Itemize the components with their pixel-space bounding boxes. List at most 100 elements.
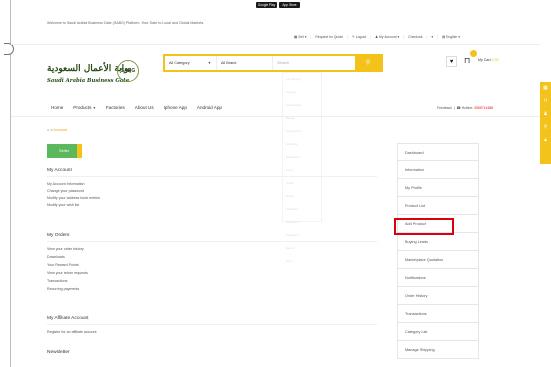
chevron-down-icon: ▾ — [431, 35, 434, 39]
app-store-badge[interactable]: App Store — [279, 2, 300, 8]
nav-home[interactable]: Home — [51, 105, 63, 110]
dropdown-option[interactable]: Health — [283, 177, 321, 190]
breadcrumb-current[interactable]: Account — [53, 128, 67, 132]
category-select[interactable]: All Category ▼ — [165, 56, 217, 70]
add-product-highlight — [394, 218, 454, 235]
cart-amount: 0.00 — [491, 58, 499, 62]
nav-divider — [11, 116, 540, 117]
order-link[interactable]: View your return requests — [47, 271, 88, 275]
cart-icon[interactable]: ⊓ — [464, 56, 470, 65]
hotline-number[interactable]: 0555714488 — [474, 106, 493, 110]
dropdown-option[interactable]: All Category — [283, 73, 321, 86]
account-link[interactable]: Modify your address book entries — [47, 196, 100, 200]
category-dropdown-list: All Category Apparel Automobiles Beauty Cons… — [282, 72, 322, 263]
cart-label: My Cart — [478, 58, 491, 62]
site-logo[interactable]: بوابة الأعمال السعودية Saudi Arabia Busi… — [47, 58, 139, 92]
section-divider — [47, 241, 377, 242]
account-link[interactable]: Modify your wish list — [47, 203, 79, 207]
dropdown-option[interactable]: Automobiles — [283, 99, 321, 112]
dropdown-option[interactable]: Electrical — [283, 138, 321, 151]
brand-select[interactable]: All Brand — [217, 56, 273, 70]
chevron-down-icon: ▾ — [397, 35, 400, 39]
affiliate-link[interactable]: Register for an affiliate account — [47, 330, 96, 334]
menu-item-transactions[interactable]: Transactions — [397, 305, 479, 323]
user-icon: ♟ — [375, 35, 379, 39]
cart-count-badge — [470, 50, 477, 57]
google-play-badge[interactable]: Google Play — [256, 2, 277, 8]
menu-item-manage-shipping[interactable]: Manage Shipping — [397, 341, 479, 359]
cart-summary[interactable]: My Cart 0.00 — [478, 58, 499, 62]
nav-iphone-app[interactable]: Iphone App — [164, 105, 187, 110]
dropdown-option[interactable]: Sports — [283, 242, 321, 255]
nav-products[interactable]: Products ▼ — [73, 105, 96, 110]
section-divider — [47, 176, 377, 177]
account-link[interactable]: Change your password — [47, 189, 84, 193]
order-link[interactable]: View your order history — [47, 247, 84, 251]
menu-item-information[interactable]: Information — [397, 161, 479, 179]
logout-label: Logout — [355, 35, 367, 39]
flag-icon: ▤ — [441, 35, 446, 39]
menu-item-dashboard[interactable]: Dashboard — [397, 143, 479, 161]
search-input[interactable] — [273, 56, 355, 70]
order-link[interactable]: Recurring payments — [47, 287, 79, 291]
cart-icon[interactable]: ⊓ — [540, 95, 551, 108]
order-link[interactable]: Downloads — [47, 255, 65, 259]
menu-item-category-list[interactable]: Category List — [397, 323, 479, 341]
seller-dashboard-menu: Dashboard Information My Profile Product Li… — [397, 143, 479, 359]
order-link[interactable]: Your Reward Points — [47, 263, 79, 267]
nav-about[interactable]: About Us — [135, 105, 154, 110]
breadcrumb: ⌂ > Account — [47, 128, 68, 132]
menu-item-buying-leads[interactable]: Buying Leads — [397, 233, 479, 251]
menu-item-order-history[interactable]: Order History — [397, 287, 479, 305]
hotline-info: Feedback | ☎ Hotline: 0555714488 — [437, 106, 494, 110]
checkout-link[interactable]: Checkout — [408, 35, 422, 39]
dropdown-option[interactable]: Electronics — [283, 151, 321, 164]
chevron-down-icon: ▾ — [304, 35, 307, 39]
store-badges: Google Play App Store — [256, 2, 300, 8]
top-navigation: ▦ Sell ▾ | Request for Quote | ✎ Logout … — [294, 35, 460, 39]
dropdown-option[interactable]: Toys — [283, 255, 321, 268]
divider: | — [437, 35, 438, 39]
search-bar: All Category ▼ All Brand ⚲ — [163, 54, 383, 72]
home-icon[interactable]: ⌂ — [47, 128, 49, 132]
feedback-link[interactable]: Feedback — [437, 106, 452, 110]
account-link[interactable]: My Account Information — [47, 182, 85, 186]
hotline-label: Hotline — [461, 106, 473, 110]
order-link[interactable]: Transactions — [47, 279, 67, 283]
nav-products-label: Products — [73, 105, 92, 110]
caret-down-icon: ▼ — [92, 106, 96, 110]
dropdown-option[interactable]: Construction — [283, 125, 321, 138]
arrow-up-icon[interactable]: ▲ — [540, 134, 551, 147]
pencil-icon: ✎ — [351, 35, 355, 39]
my-account-link[interactable]: ♟ My Account ▾ — [375, 35, 399, 39]
language-dropdown[interactable]: ▤ English ▾ — [442, 35, 460, 39]
menu-item-marketplace-quotation[interactable]: Marketplace Quotation — [397, 251, 479, 269]
grid-icon[interactable]: ▦ — [540, 82, 551, 95]
my-account-label: My Account — [379, 35, 397, 39]
dropdown-option[interactable]: Apparel — [283, 86, 321, 99]
dropdown-option[interactable]: Home — [283, 190, 321, 203]
section-title-my-orders: My Orders — [47, 233, 70, 238]
nav-android-app[interactable]: Android App — [197, 105, 222, 110]
currency-dropdown[interactable]: ▾ — [431, 35, 433, 39]
user-icon[interactable]: ♟ — [540, 108, 551, 121]
logout-link[interactable]: ✎ Logout — [352, 35, 366, 39]
divider: | — [403, 35, 405, 39]
dropdown-option[interactable]: Beauty — [283, 112, 321, 125]
section-title-my-account: My Account — [47, 168, 72, 173]
sell-link[interactable]: ▦ Sell ▾ — [294, 35, 306, 39]
menu-item-product-list[interactable]: Product List — [397, 197, 479, 215]
nav-factories[interactable]: Factories — [106, 105, 125, 110]
menu-item-notifications[interactable]: Notifications — [397, 269, 479, 287]
dropdown-option[interactable]: Machinery — [283, 216, 321, 229]
menu-item-my-profile[interactable]: My Profile — [397, 179, 479, 197]
request-quote-link[interactable]: Request for Quote — [315, 35, 343, 39]
divider: | — [426, 35, 428, 39]
section-title-affiliate: My Affiliate Account — [47, 316, 89, 321]
dropdown-option[interactable]: Industrial — [283, 203, 321, 216]
phone-icon: ☎ — [456, 106, 461, 110]
search-icon[interactable]: ⚲ — [540, 121, 551, 134]
seller-button[interactable]: Seller — [47, 144, 82, 158]
search-button[interactable]: ⚲ — [355, 56, 381, 70]
wishlist-heart-icon[interactable]: ♥ — [446, 56, 457, 67]
